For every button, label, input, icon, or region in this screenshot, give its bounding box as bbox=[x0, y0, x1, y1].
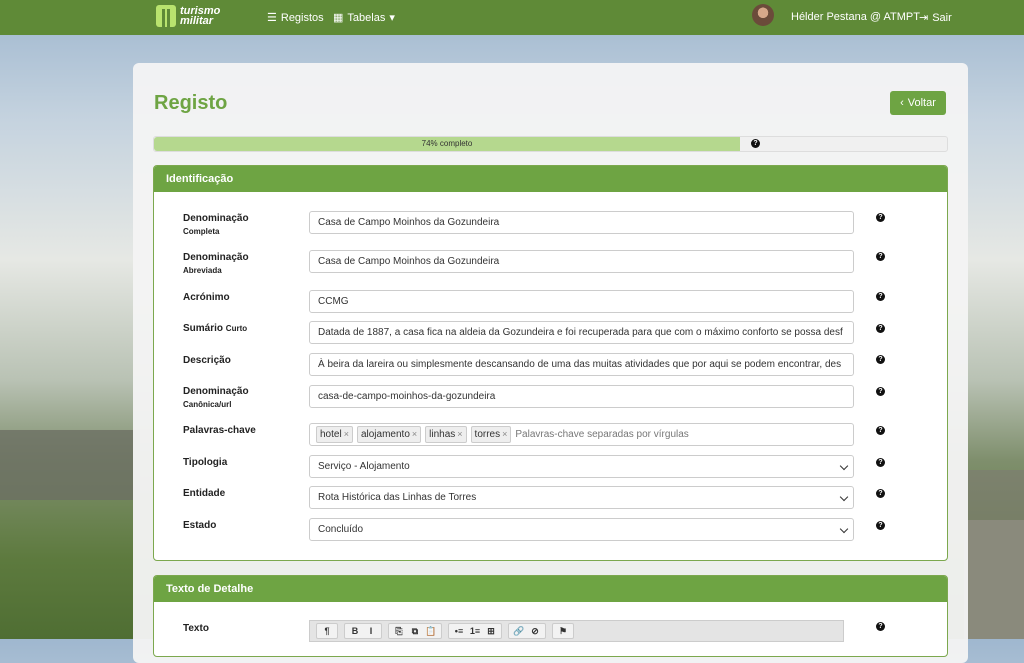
user-menu[interactable] bbox=[752, 4, 774, 26]
background-hill bbox=[0, 430, 140, 500]
caret-down-icon: ▾ bbox=[389, 12, 395, 24]
toolbar-button[interactable]: ⊞ bbox=[484, 625, 498, 637]
toolbar-button[interactable]: ¶ bbox=[320, 625, 334, 637]
field-label: Denominação Abreviada bbox=[183, 252, 249, 275]
tipologia-label: Tipologia bbox=[183, 457, 228, 468]
help-icon[interactable]: ? bbox=[876, 622, 885, 631]
texto-label: Texto bbox=[183, 623, 209, 634]
denominacao-completa-input[interactable]: Casa de Campo Moinhos da Gozundeira bbox=[309, 211, 854, 234]
back-button[interactable]: ‹ Voltar bbox=[890, 91, 946, 115]
table-icon: ▦ bbox=[333, 12, 344, 24]
background-path bbox=[964, 520, 1024, 639]
keywords-placeholder: Palavras-chave separadas por vírgulas bbox=[515, 429, 689, 440]
panel-identificacao-header: Identificação bbox=[154, 166, 947, 192]
keyword-tag[interactable]: alojamento × bbox=[356, 426, 422, 443]
keyword-tag-label: alojamento bbox=[360, 429, 410, 440]
logo-line2: militar bbox=[180, 15, 214, 27]
toolbar-button[interactable]: I bbox=[364, 625, 378, 637]
keyword-tag[interactable]: linhas × bbox=[425, 426, 467, 443]
keyword-tag[interactable]: hotel × bbox=[316, 426, 353, 443]
panel-texto-detalhe: Texto de Detalhe Texto ¶ B I ⎘ ⧉ 📋 •≡ 1≡ ⊞ 🔗 ⊘ ⚑ ? bbox=[153, 575, 948, 657]
help-icon[interactable]: ? bbox=[751, 139, 760, 148]
remove-tag-icon[interactable]: × bbox=[502, 429, 507, 439]
toolbar-group: BI bbox=[344, 623, 382, 639]
estado-label: Estado bbox=[183, 520, 217, 531]
palavras-chave-label: Palavras-chave bbox=[183, 425, 256, 436]
toolbar-button[interactable]: ⊘ bbox=[528, 625, 542, 637]
panel-texto-detalhe-header: Texto de Detalhe bbox=[154, 576, 947, 602]
denominacao-canonica-input[interactable]: casa-de-campo-moinhos-da-gozundeira bbox=[309, 385, 854, 408]
field-label: Sumário Curto bbox=[183, 323, 248, 334]
help-icon[interactable]: ? bbox=[876, 458, 885, 467]
nav-registos-label: Registos bbox=[280, 11, 324, 24]
help-icon[interactable]: ? bbox=[876, 387, 885, 396]
field-label: Denominação Canônica/url bbox=[183, 386, 249, 409]
keyword-tag[interactable]: torres × bbox=[470, 426, 512, 443]
remove-tag-icon[interactable]: × bbox=[412, 429, 417, 439]
field-label: Denominação Completa bbox=[183, 213, 249, 236]
nav-tabelas-label: Tabelas bbox=[347, 11, 386, 24]
toolbar-group: ⎘ ⧉ 📋 bbox=[388, 623, 442, 639]
toolbar-button[interactable]: ⚑ bbox=[556, 625, 570, 637]
toolbar-group: ⚑ bbox=[552, 623, 574, 639]
nav-registos[interactable]: ☰ Registos bbox=[267, 11, 324, 25]
page-title: Registo bbox=[154, 92, 228, 114]
sign-out-icon: ⇥ bbox=[919, 12, 929, 24]
field-label: Descrição bbox=[183, 355, 231, 366]
progress-text: 74% completo bbox=[421, 139, 473, 148]
toolbar-button[interactable]: 📋 bbox=[424, 625, 438, 637]
denominacao-abreviada-input[interactable]: Casa de Campo Moinhos da Gozundeira bbox=[309, 250, 854, 273]
help-icon[interactable]: ? bbox=[876, 213, 885, 222]
logo-icon bbox=[156, 5, 176, 27]
remove-tag-icon[interactable]: × bbox=[457, 429, 462, 439]
nav-tabelas[interactable]: ▦ Tabelas ▾ bbox=[333, 11, 395, 25]
logo[interactable]: turismo militar bbox=[156, 5, 220, 27]
toolbar-button[interactable]: 1≡ bbox=[468, 625, 482, 637]
progress-bar: 74% completo bbox=[153, 136, 948, 152]
back-label: Voltar bbox=[907, 97, 936, 109]
entidade-label: Entidade bbox=[183, 488, 226, 499]
list-icon: ☰ bbox=[267, 12, 277, 24]
toolbar-button[interactable]: 🔗 bbox=[512, 625, 526, 637]
logout-label: Sair bbox=[932, 11, 952, 24]
help-icon[interactable]: ? bbox=[876, 426, 885, 435]
help-icon[interactable]: ? bbox=[876, 292, 885, 301]
acronimo-input[interactable]: CCMG bbox=[309, 290, 854, 313]
tipologia-select[interactable]: Serviço - Alojamento bbox=[309, 455, 854, 478]
descricao-input[interactable]: À beira da lareira ou simplesmente desca… bbox=[309, 353, 854, 376]
entidade-select[interactable]: Rota Histórica das Linhas de Torres bbox=[309, 486, 854, 509]
toolbar-group: 🔗 ⊘ bbox=[508, 623, 546, 639]
panel-identificacao: Identificação Denominação Completa Casa d… bbox=[153, 165, 948, 561]
keywords-input[interactable]: hotel × alojamento × linhas × torres × Palavras-… bbox=[309, 423, 854, 446]
help-icon[interactable]: ? bbox=[876, 355, 885, 364]
toolbar-button[interactable]: B bbox=[348, 625, 362, 637]
help-icon[interactable]: ? bbox=[876, 489, 885, 498]
help-icon[interactable]: ? bbox=[876, 324, 885, 333]
toolbar-group: •≡ 1≡ ⊞ bbox=[448, 623, 502, 639]
toolbar-button[interactable]: ⎘ bbox=[392, 625, 406, 637]
user-name[interactable]: Hélder Pestana @ ATMPT bbox=[791, 11, 920, 23]
remove-tag-icon[interactable]: × bbox=[344, 429, 349, 439]
logout-link[interactable]: ⇥ Sair bbox=[919, 11, 952, 25]
help-icon[interactable]: ? bbox=[876, 521, 885, 530]
toolbar-button[interactable]: ⧉ bbox=[408, 625, 422, 637]
avatar bbox=[752, 4, 774, 26]
top-navbar: turismo militar ☰ Registos ▦ Tabelas ▾ H… bbox=[0, 0, 1024, 35]
toolbar-group: ¶ bbox=[316, 623, 338, 639]
toolbar-button[interactable]: •≡ bbox=[452, 625, 466, 637]
keyword-tag-label: hotel bbox=[320, 429, 342, 440]
help-icon[interactable]: ? bbox=[876, 252, 885, 261]
keyword-tag-label: torres bbox=[474, 429, 501, 440]
field-label: Acrónimo bbox=[183, 292, 230, 303]
chevron-left-icon: ‹ bbox=[900, 97, 904, 109]
estado-select[interactable]: Concluído bbox=[309, 518, 854, 541]
keyword-tag-label: linhas bbox=[429, 429, 456, 440]
sumario-input[interactable]: Datada de 1887, a casa fica na aldeia da… bbox=[309, 321, 854, 344]
